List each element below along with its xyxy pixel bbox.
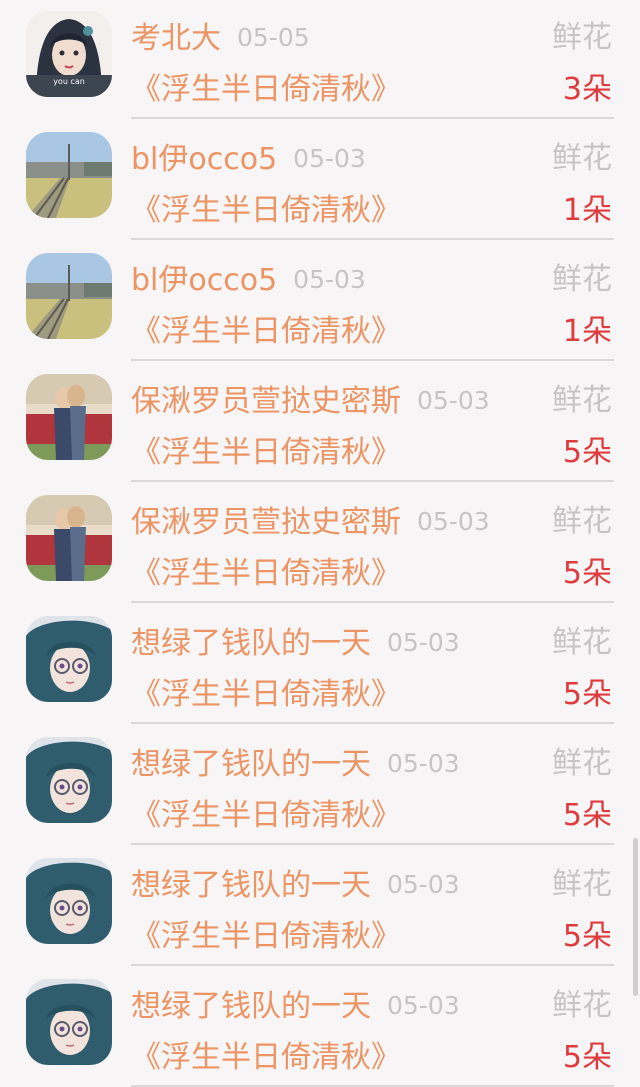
anime-man-glasses-avatar-icon	[26, 737, 112, 823]
avatar[interactable]	[26, 253, 112, 339]
book-title[interactable]: 《浮生半日倚清秋》	[131, 431, 401, 475]
gift-count: 3朵	[562, 72, 612, 107]
anime-man-glasses-avatar-icon	[26, 616, 112, 702]
gift-count: 5朵	[562, 798, 612, 833]
gift-count: 5朵	[562, 919, 612, 954]
avatar[interactable]	[26, 979, 112, 1065]
gift-type: 鲜花	[552, 625, 612, 660]
avatar[interactable]	[26, 495, 112, 581]
list-item[interactable]: 想绿了钱队的一天 05-03 《浮生半日倚清秋》 鲜花 5朵	[0, 966, 640, 1087]
gift-count: 5朵	[562, 677, 612, 712]
user-name[interactable]: 保湫罗员萱挞史密斯 05-03	[131, 500, 490, 545]
list-item[interactable]: 想绿了钱队的一天 05-03 《浮生半日倚清秋》 鲜花 5朵	[0, 724, 640, 845]
book-title[interactable]: 《浮生半日倚清秋》	[131, 310, 401, 354]
list-item[interactable]: bl伊occo5 05-03 《浮生半日倚清秋》 鲜花 1朵	[0, 240, 640, 361]
avatar[interactable]	[26, 737, 112, 823]
avatar[interactable]	[26, 616, 112, 702]
anime-woman-avatar-icon: you can	[26, 11, 112, 97]
book-title[interactable]: 《浮生半日倚清秋》	[131, 189, 401, 233]
book-title[interactable]: 《浮生半日倚清秋》	[131, 915, 401, 959]
scrollbar[interactable]	[633, 838, 638, 996]
gift-date: 05-03	[417, 386, 490, 415]
gift-type: 鲜花	[552, 867, 612, 902]
book-title[interactable]: 《浮生半日倚清秋》	[131, 68, 401, 112]
avatar[interactable]	[26, 132, 112, 218]
gift-type: 鲜花	[552, 383, 612, 418]
list-item[interactable]: 想绿了钱队的一天 05-03 《浮生半日倚清秋》 鲜花 5朵	[0, 845, 640, 966]
list-item[interactable]: bl伊occo5 05-03 《浮生半日倚清秋》 鲜花 1朵	[0, 119, 640, 240]
railway-landscape-avatar-icon	[26, 132, 112, 218]
gift-type: 鲜花	[552, 504, 612, 539]
gift-date: 05-03	[387, 870, 460, 899]
gift-type: 鲜花	[552, 141, 612, 176]
gift-count: 1朵	[562, 193, 612, 228]
avatar[interactable]: you can	[26, 11, 112, 97]
book-title[interactable]: 《浮生半日倚清秋》	[131, 673, 401, 717]
gift-date: 05-03	[387, 991, 460, 1020]
avatar[interactable]	[26, 374, 112, 460]
user-name[interactable]: 考北大 05-05	[131, 16, 310, 61]
gift-date: 05-03	[293, 144, 366, 173]
gift-date: 05-03	[417, 507, 490, 536]
gift-date: 05-03	[387, 628, 460, 657]
user-name[interactable]: 想绿了钱队的一天 05-03	[131, 863, 460, 908]
gift-count: 1朵	[562, 314, 612, 349]
list-item[interactable]: 想绿了钱队的一天 05-03 《浮生半日倚清秋》 鲜花 5朵	[0, 603, 640, 724]
gift-type: 鲜花	[552, 262, 612, 297]
gift-count: 5朵	[562, 1040, 612, 1075]
gift-date: 05-05	[237, 23, 310, 52]
gift-count: 5朵	[562, 435, 612, 470]
user-name[interactable]: bl伊occo5 05-03	[131, 137, 366, 182]
book-title[interactable]: 《浮生半日倚清秋》	[131, 794, 401, 838]
user-name[interactable]: 保湫罗员萱挞史密斯 05-03	[131, 379, 490, 424]
anime-man-glasses-avatar-icon	[26, 858, 112, 944]
gift-count: 5朵	[562, 556, 612, 591]
book-title[interactable]: 《浮生半日倚清秋》	[131, 552, 401, 596]
user-name[interactable]: 想绿了钱队的一天 05-03	[131, 742, 460, 787]
book-title[interactable]: 《浮生半日倚清秋》	[131, 1036, 401, 1080]
gift-type: 鲜花	[552, 20, 612, 55]
couple-photo-avatar-icon	[26, 374, 112, 460]
gift-date: 05-03	[387, 749, 460, 778]
gift-date: 05-03	[293, 265, 366, 294]
user-name[interactable]: 想绿了钱队的一天 05-03	[131, 621, 460, 666]
railway-landscape-avatar-icon	[26, 253, 112, 339]
user-name[interactable]: 想绿了钱队的一天 05-03	[131, 984, 460, 1029]
gift-type: 鲜花	[552, 746, 612, 781]
user-name[interactable]: bl伊occo5 05-03	[131, 258, 366, 303]
list-item[interactable]: 保湫罗员萱挞史密斯 05-03 《浮生半日倚清秋》 鲜花 5朵	[0, 482, 640, 603]
gift-record-list: you can 考北大 05-05 《浮生半日倚清秋》 鲜花 3朵 bl伊occo…	[0, 0, 640, 1087]
list-item[interactable]: you can 考北大 05-05 《浮生半日倚清秋》 鲜花 3朵	[0, 0, 640, 119]
list-item[interactable]: 保湫罗员萱挞史密斯 05-03 《浮生半日倚清秋》 鲜花 5朵	[0, 361, 640, 482]
couple-photo-avatar-icon	[26, 495, 112, 581]
svg-text:you can: you can	[53, 77, 85, 86]
anime-man-glasses-avatar-icon	[26, 979, 112, 1065]
gift-type: 鲜花	[552, 988, 612, 1023]
avatar[interactable]	[26, 858, 112, 944]
